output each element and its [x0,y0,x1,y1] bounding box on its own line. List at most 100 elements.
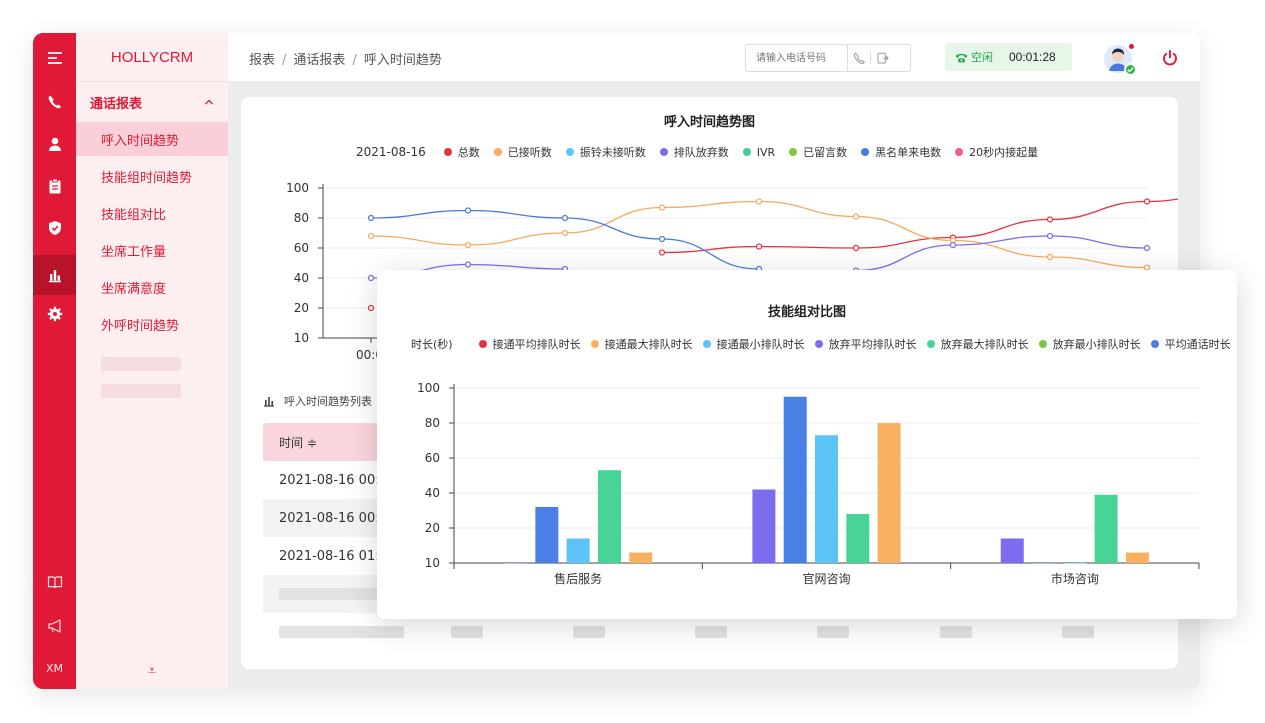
x-category-label: 售后服务 [554,571,602,586]
online-check-icon [1124,63,1137,76]
bar [783,396,807,563]
bar [1032,563,1056,564]
y-tick-label: 60 [425,451,440,465]
data-point [367,214,375,222]
y-tick-label: 10 [294,331,309,345]
menu-group-call-reports[interactable]: 通话报表 [76,82,228,122]
book-icon[interactable] [33,565,76,599]
x-category-label: 市场咨询 [1051,571,1099,586]
brand-logo: HOLLYCRM [76,33,228,82]
bar [1063,563,1087,564]
breadcrumb-item[interactable]: 通话报表 [293,53,345,68]
bar [566,538,590,563]
megaphone-icon[interactable] [33,609,76,643]
menu-item-skill-group-compare[interactable]: 技能组对比 [76,196,228,230]
breadcrumb-separator: / [352,53,357,68]
data-point [561,229,569,237]
y-tick-label: 10 [425,556,440,570]
menu-item-agent-satisfaction[interactable]: 坐席满意度 [76,270,228,304]
menu-item-inbound-trend[interactable]: 呼入时间趋势 [76,122,228,156]
y-tick-label: 80 [425,416,440,430]
placeholder-bar [1062,626,1094,638]
series-line [855,235,1148,272]
user-initials-avatar[interactable]: XM [33,651,76,685]
bar [846,514,870,563]
data-point [852,213,860,220]
placeholder-bar [940,626,972,638]
placeholder-bar [279,626,404,638]
agent-status[interactable]: 空闲 00:01:28 [945,43,1072,71]
skill-group-compare-card: 技能组对比图 时长(秒) 接通平均排队时长 接通最大排队时长 接通最小排队时长 … [377,270,1237,619]
menu-item-outbound-trend[interactable]: 外呼时间趋势 [76,307,228,341]
collapse-handle-icon[interactable]: ⩡ [76,663,228,679]
clipboard-icon[interactable] [33,169,76,203]
data-point [852,244,860,252]
list-title-label: 呼入时间趋势列表 [284,395,372,408]
icon-rail: XM [33,33,76,689]
y-tick-label: 80 [294,211,309,225]
user-icon[interactable] [33,127,76,161]
menu-group-label: 通话报表 [90,96,143,112]
menu-placeholder [101,357,181,371]
power-icon[interactable] [1161,49,1179,67]
settings-icon[interactable] [33,297,76,331]
y-tick-label: 40 [294,271,309,285]
chevron-up-icon [205,99,213,105]
y-tick-label: 100 [417,381,440,395]
placeholder-bar [451,626,483,638]
breadcrumb: 报表 / 通话报表 / 呼入时间趋势 [249,49,442,68]
bar [877,423,901,563]
breadcrumb-separator: / [282,53,287,68]
data-point [367,274,375,282]
placeholder-bar [817,626,849,638]
phone-dial-box [745,44,911,72]
menu-placeholder [101,384,181,398]
data-point [367,304,375,312]
y-tick-label: 20 [294,301,309,315]
data-point [464,241,472,249]
status-label: 空闲 [971,51,993,64]
shield-icon[interactable] [33,211,76,245]
bar [1094,494,1118,563]
y-tick-label: 100 [286,181,309,195]
data-point [1046,216,1054,223]
bar [815,435,838,563]
menu-icon[interactable] [33,41,76,75]
dial-phone-icon[interactable] [848,45,870,71]
notification-dot [1129,44,1134,49]
data-point [1046,253,1054,261]
data-point [1143,244,1151,252]
data-point [367,232,375,240]
user-initials: XM [45,661,64,675]
menu-item-skill-group-trend[interactable]: 技能组时间趋势 [76,159,228,193]
breadcrumb-item[interactable]: 报表 [249,53,275,68]
y-tick-label: 20 [425,521,440,535]
placeholder-bar [573,626,605,638]
data-point [658,204,666,211]
phone-number-input[interactable] [746,45,848,71]
data-point [658,249,666,256]
transfer-icon[interactable] [871,45,893,71]
bar-chart-icon [264,397,274,407]
data-point [1046,232,1054,240]
top-bar: 报表 / 通话报表 / 呼入时间趋势 空闲 00:01:28 [228,33,1200,82]
bar [535,507,559,563]
bar [504,563,528,564]
phone-icon[interactable] [33,85,76,119]
bar [1125,552,1149,563]
placeholder-bar [695,626,727,638]
bar [1000,538,1024,563]
bar [629,552,653,563]
bar-chart-icon[interactable] [33,255,76,295]
bar [597,470,621,563]
call-timer: 00:01:28 [1009,50,1056,64]
data-point [561,214,569,222]
y-tick-label: 60 [294,241,309,255]
breadcrumb-current: 呼入时间趋势 [363,53,442,68]
data-point [755,198,763,205]
menu-item-agent-workload[interactable]: 坐席工作量 [76,233,228,267]
data-point [658,235,666,243]
side-menu: HOLLYCRM 通话报表 呼入时间趋势 技能组时间趋势 技能组对比 坐席工作量… [76,33,228,689]
avatar[interactable] [1104,44,1137,76]
list-title: 呼入时间趋势列表 [263,393,372,409]
